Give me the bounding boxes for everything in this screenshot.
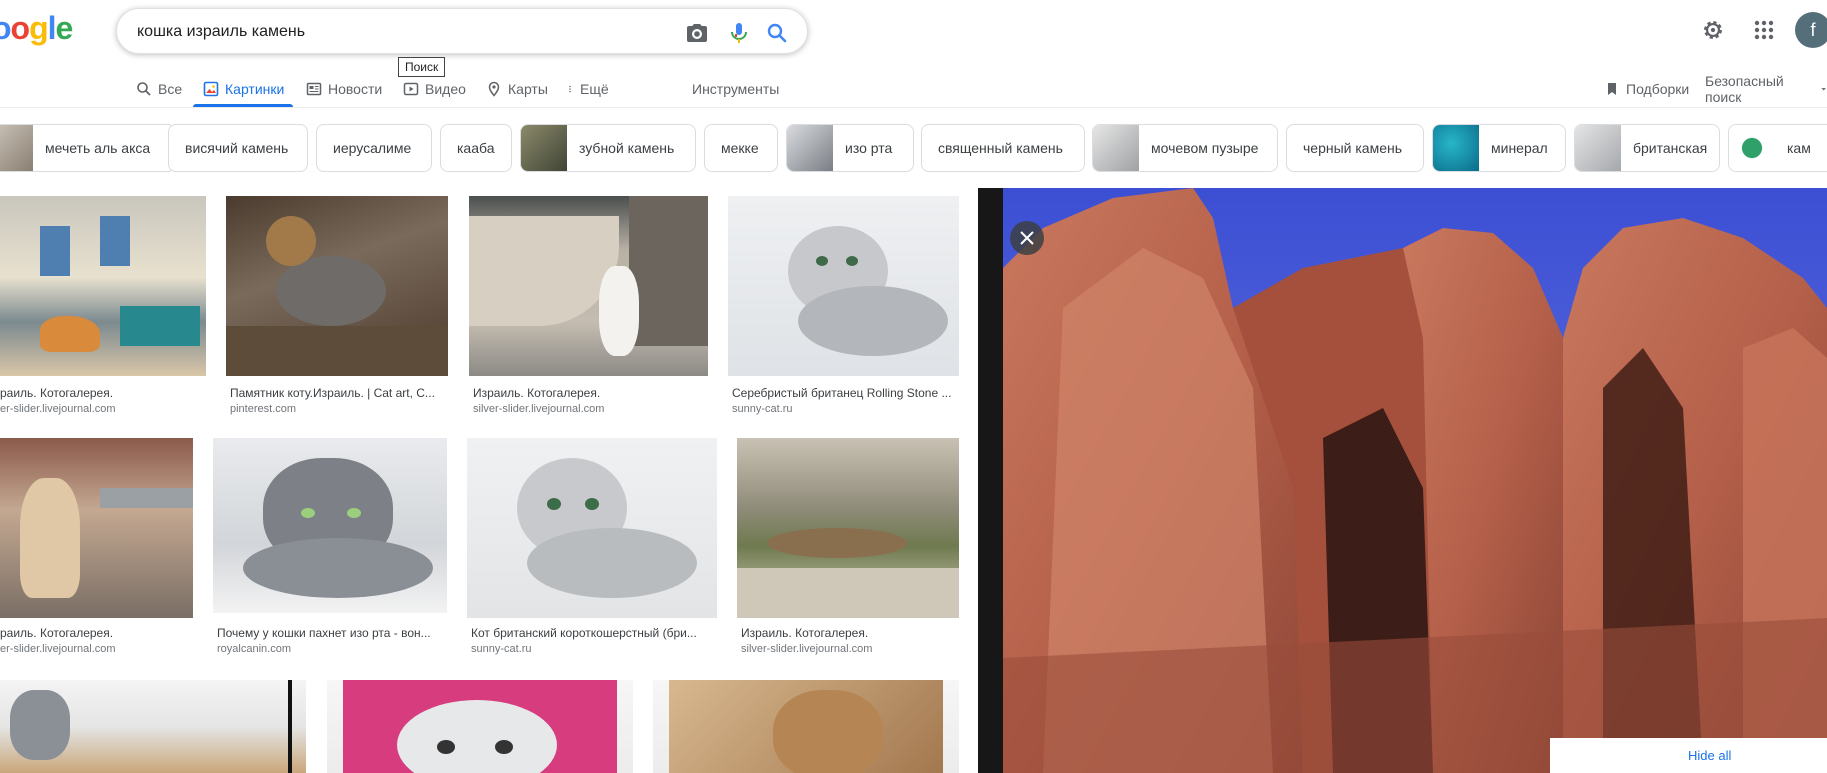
map-pin-icon — [488, 81, 500, 97]
result-thumbnail[interactable] — [327, 680, 633, 773]
chip-item[interactable]: мочевом пузыре — [1092, 124, 1278, 172]
result-thumbnail[interactable] — [728, 196, 959, 376]
result-source[interactable]: sunny-cat.ru — [732, 403, 959, 415]
google-logo[interactable]: oogle oogle — [0, 10, 73, 47]
chip-thumbnail — [1729, 125, 1775, 171]
result-thumbnail[interactable] — [0, 196, 206, 376]
close-icon — [1020, 231, 1034, 245]
result-source[interactable]: er-slider.livejournal.com — [0, 403, 200, 415]
result-source[interactable]: royalcanin.com — [217, 643, 447, 655]
search-tabs: Все Картинки Новости Видео Карты Ещё Инс… — [0, 70, 1827, 108]
chip-thumbnail — [0, 125, 33, 171]
tab-images[interactable]: Картинки — [203, 78, 284, 100]
video-icon — [403, 82, 419, 96]
related-searches-chips: мечеть аль акса висячий камень иерусалим… — [0, 124, 1827, 172]
result-source[interactable]: silver-slider.livejournal.com — [741, 643, 959, 655]
result-title[interactable]: Серебристый британец Rolling Stone ... — [732, 386, 959, 400]
result-title[interactable]: раиль. Котогалерея. — [0, 386, 200, 400]
result-card[interactable]: Серебристый британец Rolling Stone ... s… — [728, 196, 959, 416]
result-card[interactable] — [0, 680, 306, 773]
result-thumbnail[interactable] — [653, 680, 959, 773]
chip-item[interactable]: висячий камень — [168, 124, 308, 172]
active-tab-indicator — [193, 104, 293, 107]
result-card[interactable] — [653, 680, 959, 773]
close-preview-button[interactable] — [1010, 221, 1044, 255]
result-card[interactable]: Памятник коту.Израиль. | Cat art, C... p… — [226, 196, 448, 416]
result-title[interactable]: Израиль. Котогалерея. — [741, 626, 959, 640]
apps-grid-icon[interactable] — [1752, 18, 1776, 42]
tab-news[interactable]: Новости — [306, 78, 382, 100]
preview-rock-image — [1003, 188, 1827, 773]
more-vertical-icon — [569, 85, 571, 93]
result-card[interactable]: раиль. Котогалерея. er-slider.livejourna… — [0, 196, 206, 416]
news-icon — [306, 82, 322, 96]
tab-video[interactable]: Видео — [403, 78, 466, 100]
chip-thumbnail — [787, 125, 833, 171]
result-title[interactable]: Кот британский короткошерстный (бри... — [471, 626, 717, 640]
chip-item[interactable]: зубной камень — [520, 124, 696, 172]
result-thumbnail[interactable] — [0, 680, 306, 773]
search-input[interactable]: кошка израиль камень — [137, 23, 305, 41]
settings-gear-icon[interactable] — [1700, 17, 1726, 43]
result-card[interactable]: раиль. Котогалерея. er-slider.livejourna… — [0, 438, 193, 658]
safesearch-toggle[interactable]: Безопасный поиск — [1705, 73, 1827, 105]
result-source[interactable]: silver-slider.livejournal.com — [473, 403, 708, 415]
result-card[interactable] — [327, 680, 633, 773]
chip-item[interactable]: священный камень — [921, 124, 1085, 172]
result-card[interactable]: Почему у кошки пахнет изо рта - вон... r… — [213, 438, 447, 658]
preview-image[interactable] — [1003, 188, 1827, 773]
chip-item[interactable]: минерал — [1432, 124, 1566, 172]
image-preview-panel — [978, 188, 1827, 773]
result-title[interactable]: Почему у кошки пахнет изо рта - вон... — [217, 626, 447, 640]
hide-all-link[interactable]: Hide all — [1550, 738, 1827, 773]
result-thumbnail[interactable] — [213, 438, 447, 613]
chip-item[interactable]: кам — [1728, 124, 1827, 172]
search-icon — [137, 82, 151, 96]
camera-icon[interactable] — [685, 21, 709, 45]
tab-maps[interactable]: Карты — [486, 78, 548, 100]
result-thumbnail[interactable] — [467, 438, 717, 618]
tab-tools[interactable]: Инструменты — [692, 78, 779, 100]
tab-all[interactable]: Все — [136, 78, 182, 100]
result-card[interactable]: Кот британский короткошерстный (бри... s… — [467, 438, 717, 658]
result-title[interactable]: Израиль. Котогалерея. — [473, 386, 708, 400]
chevron-down-icon — [1821, 88, 1826, 91]
collections-link[interactable]: Подборки — [1604, 78, 1689, 100]
chip-item[interactable]: изо рта — [786, 124, 914, 172]
result-thumbnail[interactable] — [737, 438, 959, 618]
search-box[interactable]: кошка израиль камень — [116, 8, 808, 54]
chip-thumbnail — [521, 125, 567, 171]
chip-item[interactable]: британская — [1574, 124, 1720, 172]
account-avatar[interactable]: f — [1795, 12, 1827, 48]
tab-more[interactable]: Ещё — [566, 78, 609, 100]
chip-item[interactable]: мечеть аль акса — [0, 124, 176, 172]
chip-item[interactable]: мекке — [704, 124, 778, 172]
result-thumbnail[interactable] — [226, 196, 448, 376]
result-thumbnail[interactable] — [0, 438, 193, 618]
result-thumbnail[interactable] — [469, 196, 708, 376]
result-title[interactable]: Памятник коту.Израиль. | Cat art, C... — [230, 386, 448, 400]
result-title[interactable]: раиль. Котогалерея. — [0, 626, 193, 640]
result-source[interactable]: pinterest.com — [230, 403, 448, 415]
image-icon — [203, 81, 219, 97]
chip-item[interactable]: иерусалиме — [316, 124, 432, 172]
chip-thumbnail — [1093, 125, 1139, 171]
result-card[interactable]: Израиль. Котогалерея. silver-slider.live… — [469, 196, 708, 416]
chip-thumbnail — [1433, 125, 1479, 171]
chip-item[interactable]: черный камень — [1286, 124, 1424, 172]
result-source[interactable]: er-slider.livejournal.com — [0, 643, 193, 655]
chip-thumbnail — [1575, 125, 1621, 171]
chip-item[interactable]: кааба — [440, 124, 512, 172]
microphone-icon[interactable] — [727, 21, 751, 45]
bookmark-icon — [1608, 83, 1616, 95]
result-card[interactable]: Израиль. Котогалерея. silver-slider.live… — [737, 438, 959, 658]
search-icon[interactable] — [765, 21, 789, 45]
result-source[interactable]: sunny-cat.ru — [471, 643, 717, 655]
